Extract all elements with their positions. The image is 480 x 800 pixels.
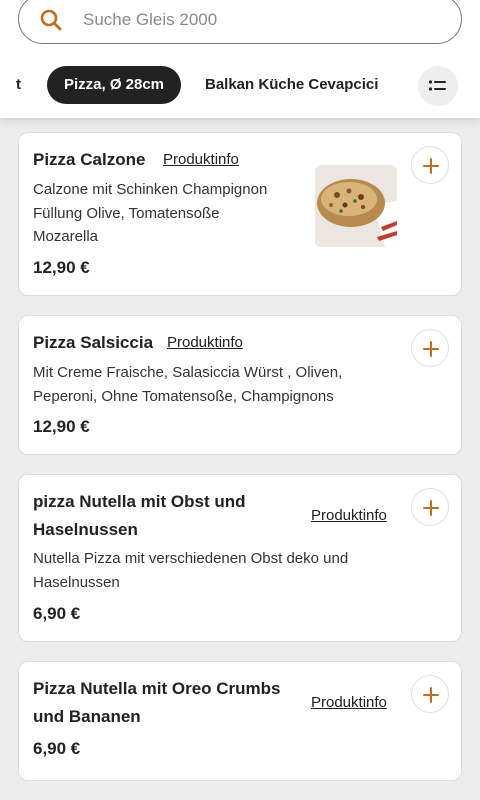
product-description: Mit Creme Fraische, Salasiccia Würst , O… [33,364,343,405]
product-info-link[interactable]: Produktinfo [311,693,387,713]
category-tab-pizza[interactable]: Pizza, Ø 28cm [47,66,181,104]
product-info-link[interactable]: Produktinfo [163,150,239,170]
category-tab-partial[interactable]: t [16,66,21,104]
product-description: Calzone mit Schinken Champignon Füllung … [33,181,268,245]
search-bar[interactable] [18,0,462,44]
plus-icon [423,500,439,516]
add-to-cart-button[interactable] [411,146,449,184]
category-menu-button[interactable] [418,66,458,106]
product-card[interactable]: Pizza Salsiccia Produktinfo Mit Creme Fr… [18,315,462,455]
product-info-link[interactable]: Produktinfo [311,506,387,526]
product-price: 12,90 € [33,417,90,436]
product-price: 12,90 € [33,258,90,277]
product-card[interactable]: Pizza Nutella mit Oreo Crumbs und Banane… [18,661,462,781]
list-icon [428,80,446,91]
product-description: Nutella Pizza mit verschiedenen Obst dek… [33,550,349,591]
product-title: Pizza Salsiccia [33,333,154,352]
product-list: Pizza Calzone Produktinfo Calzone mit Sc… [0,118,480,800]
search-input[interactable] [83,7,443,33]
product-title: Pizza Nutella mit Oreo Crumbs und Banane… [33,679,281,726]
product-card[interactable]: pizza Nutella mit Obst und Haselnussen P… [18,474,462,642]
add-to-cart-button[interactable] [411,675,449,713]
product-card[interactable]: Pizza Calzone Produktinfo Calzone mit Sc… [18,132,462,296]
product-info-link[interactable]: Produktinfo [167,333,243,353]
product-price: 6,90 € [33,739,81,758]
product-title: Pizza Calzone [33,150,146,169]
plus-icon [423,687,439,703]
product-title: pizza Nutella mit Obst und Haselnussen [33,492,246,539]
add-to-cart-button[interactable] [411,329,449,367]
product-image[interactable] [315,165,397,247]
add-to-cart-button[interactable] [411,488,449,526]
product-price: 6,90 € [33,604,81,623]
plus-icon [423,158,439,174]
search-icon [40,9,62,31]
plus-icon [423,341,439,357]
header: t Pizza, Ø 28cm Balkan Küche Cevapcici [0,0,480,118]
category-tab-balkan[interactable]: Balkan Küche Cevapcici [205,66,378,104]
